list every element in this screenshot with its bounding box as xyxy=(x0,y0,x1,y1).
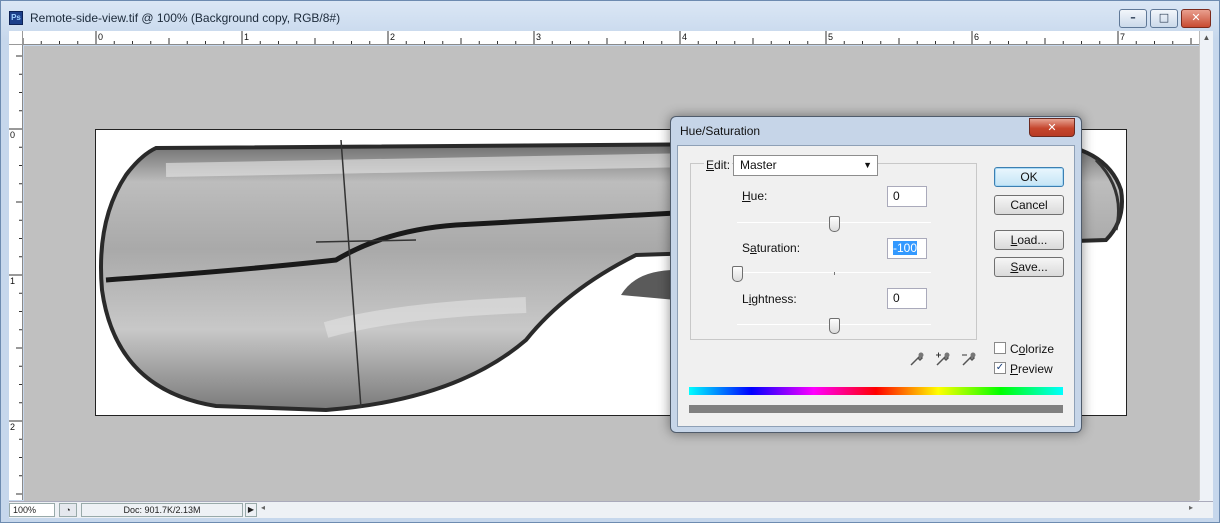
minimize-button[interactable]: – xyxy=(1119,9,1147,28)
saturation-label: Saturation: xyxy=(742,241,801,255)
title-bar[interactable]: Ps Remote-side-view.tif @ 100% (Backgrou… xyxy=(1,1,1219,31)
hue-label: Hue: xyxy=(742,189,768,203)
hue-input[interactable]: 0 xyxy=(887,186,927,207)
edit-channel-select[interactable]: Master ▼ xyxy=(733,155,878,176)
hue-slider-thumb[interactable] xyxy=(828,216,840,232)
ruler-label: 6 xyxy=(974,32,979,42)
saturation-input[interactable]: -100 xyxy=(887,238,927,259)
colorize-checkbox[interactable] xyxy=(994,342,1006,354)
lightness-slider-thumb[interactable] xyxy=(828,318,840,334)
scroll-right-arrow[interactable]: ▸ xyxy=(1189,503,1193,512)
scroll-left-arrow[interactable]: ◂ xyxy=(261,503,265,512)
horizontal-ruler-ticks: 0 1 2 3 4 5 6 7 xyxy=(23,31,1192,44)
lightness-input[interactable]: 0 xyxy=(887,288,927,309)
horizontal-ruler[interactable]: 0 1 2 3 4 5 6 7 xyxy=(23,31,1199,45)
saturation-slider-thumb[interactable] xyxy=(731,266,743,282)
save-button[interactable]: Save... xyxy=(994,257,1064,277)
ruler-label: 7 xyxy=(1120,32,1125,42)
load-button[interactable]: Load... xyxy=(994,230,1064,250)
ruler-label: 1 xyxy=(244,32,249,42)
document-size-info: Doc: 901.7K/2.13M xyxy=(81,503,243,517)
maximize-button[interactable]: □ xyxy=(1150,9,1178,28)
close-window-button[interactable]: ✕ xyxy=(1181,9,1211,28)
ruler-label: 0 xyxy=(10,130,15,140)
saturation-value: -100 xyxy=(893,241,918,255)
ruler-label: 3 xyxy=(536,32,541,42)
document-window: Ps Remote-side-view.tif @ 100% (Backgrou… xyxy=(0,0,1220,523)
eyedropper-minus-icon[interactable] xyxy=(960,350,978,368)
preview-checkbox[interactable]: ✓ xyxy=(994,362,1006,374)
eyedropper-plus-icon[interactable] xyxy=(934,350,952,368)
adjustment-group xyxy=(690,163,977,340)
vertical-ruler-ticks: 0 1 2 xyxy=(9,55,22,495)
canvas-area[interactable]: Hue/Saturation ✕ Edit: Master ▼ Hue: 0 S… xyxy=(24,46,1199,501)
preview-label: Preview xyxy=(1010,362,1053,376)
lightness-label: Lightness: xyxy=(742,292,797,306)
eyedropper-icon[interactable] xyxy=(908,350,926,368)
vertical-ruler[interactable]: 0 1 2 xyxy=(9,45,23,500)
status-bar: 100% ◔ Doc: 901.7K/2.13M ▶ ◂ ▸ xyxy=(9,501,1213,518)
vertical-scrollbar[interactable] xyxy=(1199,45,1213,500)
colorize-label: Colorize xyxy=(1010,342,1055,356)
dialog-close-button[interactable]: ✕ xyxy=(1029,118,1075,137)
window-title: Remote-side-view.tif @ 100% (Background … xyxy=(30,11,341,25)
scroll-up-arrow[interactable]: ▲ xyxy=(1199,31,1213,45)
edit-label: Edit: xyxy=(704,158,733,172)
input-color-spectrum xyxy=(689,387,1063,395)
ruler-label: 5 xyxy=(828,32,833,42)
dialog-body: Edit: Master ▼ Hue: 0 Saturation: -100 L… xyxy=(677,145,1075,427)
document-profile-icon[interactable]: ◔ xyxy=(59,503,77,517)
ruler-label: 4 xyxy=(682,32,687,42)
zoom-level-field[interactable]: 100% xyxy=(9,503,55,517)
output-color-bar xyxy=(689,405,1063,413)
hue-saturation-dialog: Hue/Saturation ✕ Edit: Master ▼ Hue: 0 S… xyxy=(670,116,1082,433)
ruler-label: 1 xyxy=(10,276,15,286)
ruler-label: 0 xyxy=(98,32,103,42)
ruler-label: 2 xyxy=(390,32,395,42)
saturation-center-tick xyxy=(834,272,835,275)
ruler-origin[interactable] xyxy=(9,31,23,45)
chevron-down-icon: ▼ xyxy=(863,160,872,170)
photoshop-app-icon: Ps xyxy=(9,11,23,25)
cancel-button[interactable]: Cancel xyxy=(994,195,1064,215)
status-menu-arrow[interactable]: ▶ xyxy=(245,503,257,517)
edit-channel-value: Master xyxy=(740,158,777,172)
dialog-title: Hue/Saturation xyxy=(680,124,761,138)
ok-button[interactable]: OK xyxy=(994,167,1064,187)
ruler-label: 2 xyxy=(10,422,15,432)
